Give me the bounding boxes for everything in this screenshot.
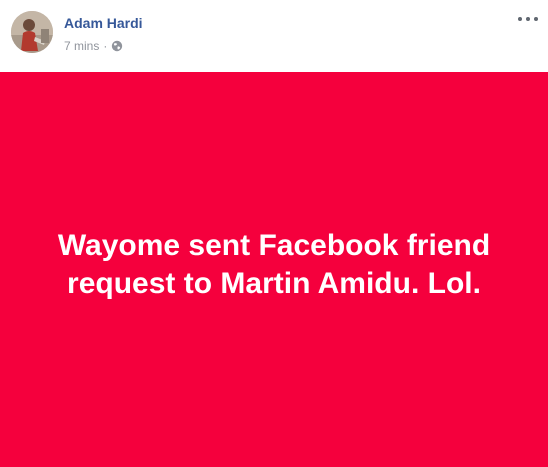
post-message: Wayome sent Facebook friend request to M… [57,228,491,300]
more-options-dot [518,17,522,21]
facebook-post: Adam Hardi 7 mins · Wayome sent Facebook… [0,0,548,467]
post-timestamp[interactable]: 7 mins [64,39,99,53]
author-name-link[interactable]: Adam Hardi [64,14,143,32]
post-header: Adam Hardi 7 mins · [0,0,548,72]
meta-separator: · [103,39,108,53]
avatar-photo-icon [11,11,53,53]
globe-icon[interactable] [111,40,123,52]
more-options-dot [526,17,530,21]
post-colored-background: Wayome sent Facebook friend request to M… [0,72,548,467]
author-avatar[interactable] [11,11,53,53]
more-options-dot [534,17,538,21]
more-options-icon[interactable] [518,10,538,28]
post-meta: 7 mins · [64,38,123,54]
